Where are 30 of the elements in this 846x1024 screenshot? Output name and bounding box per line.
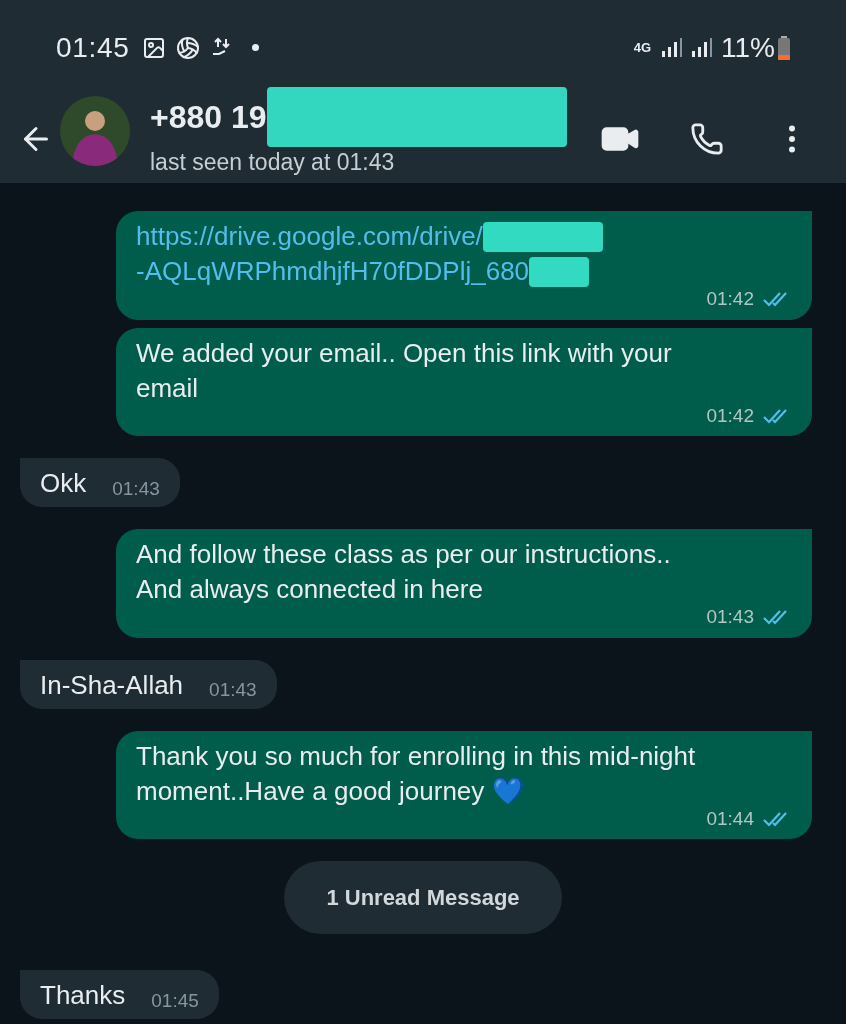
message-text: We added your email.. Open this link with your — [136, 336, 672, 370]
status-time: 01:45 — [56, 30, 130, 65]
message-text: Thanks — [40, 979, 126, 1012]
message-text: And always connected in here — [136, 573, 483, 606]
gallery-icon — [141, 35, 166, 60]
last-seen-status: last seen today at 01:43 — [150, 148, 396, 177]
message-text: Okk — [40, 467, 87, 500]
network-type: 4G — [633, 38, 652, 57]
message-text: In-Sha-Allah — [40, 668, 184, 702]
phone-icon[interactable] — [690, 122, 724, 156]
message-text: email — [136, 371, 199, 405]
battery-icon — [778, 35, 790, 60]
message-time: 01:44 — [706, 806, 754, 831]
signal-icon — [691, 37, 714, 58]
contact-name: +880 19 — [150, 98, 267, 137]
message-link[interactable]: -AQLqWRPhmdhjfH70fDDPlj_680 — [136, 254, 530, 289]
message-text: Thank you so much for enrolling in this mid-night — [136, 739, 696, 773]
message-time: 01:42 — [706, 287, 754, 311]
message-time: 01:43 — [112, 476, 160, 501]
redaction-mark — [529, 256, 590, 287]
message-link[interactable]: https://drive.google.com/drive/ — [136, 219, 483, 254]
message-text: And follow these class as per our instructions.. — [136, 538, 671, 571]
ball-icon — [175, 35, 200, 60]
message-time: 01:43 — [209, 678, 257, 702]
battery-percent: 11% — [721, 30, 775, 65]
message-text: moment..Have a good journey 💙 — [136, 774, 524, 808]
message-time: 01:42 — [706, 403, 754, 428]
message-time: 01:45 — [151, 988, 199, 1013]
signal-icon — [661, 37, 684, 58]
message-time: 01:43 — [706, 605, 754, 629]
